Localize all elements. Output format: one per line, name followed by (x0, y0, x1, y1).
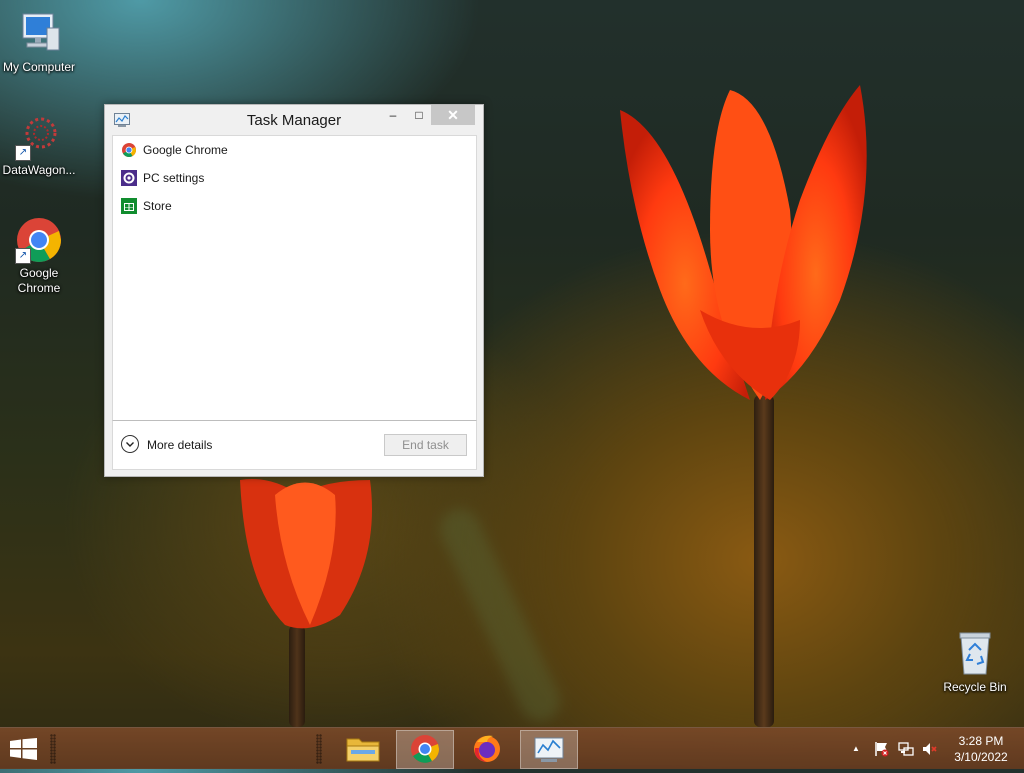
tulip-small (240, 479, 372, 629)
maximize-button[interactable]: □ (406, 105, 432, 125)
shortcut-arrow-icon: ↗ (15, 145, 31, 161)
desktop-icon-my-computer[interactable]: My Computer (1, 10, 77, 74)
start-button[interactable] (10, 738, 38, 760)
list-item-google-chrome[interactable]: Google Chrome (121, 140, 461, 160)
task-manager-window[interactable]: Task Manager – □ ✕ Google Chrome PC sett… (104, 104, 484, 477)
taskbar-grip[interactable] (50, 734, 56, 764)
action-center-flag-icon[interactable] (874, 741, 890, 757)
clock-date: 3/10/2022 (954, 750, 1008, 764)
clock-time: 3:28 PM (958, 734, 1004, 748)
taskbar-task-manager[interactable] (520, 730, 578, 769)
list-item-store[interactable]: Store (121, 196, 461, 216)
computer-icon (15, 10, 63, 58)
store-icon (121, 198, 137, 214)
list-item-pc-settings[interactable]: PC settings (121, 168, 461, 188)
taskbar-file-explorer[interactable] (335, 730, 391, 767)
window-footer: More details End task (112, 420, 477, 470)
desktop-icon-label: Recycle Bin (943, 680, 1007, 694)
end-task-button[interactable]: End task (384, 434, 467, 456)
desktop-icon-recycle-bin[interactable]: Recycle Bin (937, 630, 1013, 694)
windows-logo-icon (10, 738, 37, 760)
title-bar[interactable]: Task Manager – □ ✕ (105, 105, 483, 135)
tulip-stem (754, 395, 774, 727)
taskbar: ▲ 3:28 PM 3/10/2022 (0, 727, 1024, 769)
app-name: Google Chrome (143, 143, 228, 157)
more-details-label: More details (147, 438, 213, 452)
desktop-icon-google-chrome[interactable]: ↗ Google Chrome (1, 216, 77, 296)
pc-settings-icon (121, 170, 137, 186)
file-explorer-icon (346, 738, 380, 762)
recycle-bin-icon (951, 630, 999, 678)
app-name: Store (143, 199, 172, 213)
tulip-large (620, 85, 867, 400)
chrome-icon (411, 735, 439, 763)
desktop-icon-label: Google Chrome (17, 266, 61, 295)
tulip-stem-small (289, 625, 305, 727)
chevron-down-icon (121, 435, 139, 453)
taskbar-grip[interactable] (316, 734, 322, 764)
task-manager-icon (534, 737, 564, 762)
show-hidden-icons-button[interactable]: ▲ (852, 741, 862, 757)
app-list: Google Chrome PC settings Store (112, 135, 477, 421)
shortcut-arrow-icon: ↗ (15, 248, 31, 264)
chrome-icon (121, 142, 137, 158)
taskbar-firefox[interactable] (459, 730, 515, 767)
leaf-blur (433, 502, 567, 728)
more-details-button[interactable]: More details (121, 435, 231, 455)
chrome-icon: ↗ (15, 216, 63, 264)
minimize-button[interactable]: – (380, 105, 406, 125)
datawagon-icon: ↗ (15, 113, 63, 161)
desktop-icon-label: DataWagon... (2, 163, 76, 177)
app-name: PC settings (143, 171, 205, 185)
close-button[interactable]: ✕ (431, 105, 475, 125)
network-icon[interactable] (898, 741, 914, 757)
system-clock[interactable]: 3:28 PM 3/10/2022 (942, 733, 1020, 765)
taskbar-google-chrome[interactable] (396, 730, 454, 769)
desktop-icon-datawagon[interactable]: ↗ DataWagon... (1, 113, 77, 177)
firefox-icon (474, 735, 500, 762)
volume-muted-icon[interactable] (922, 741, 938, 757)
desktop-icon-label: My Computer (2, 60, 76, 74)
